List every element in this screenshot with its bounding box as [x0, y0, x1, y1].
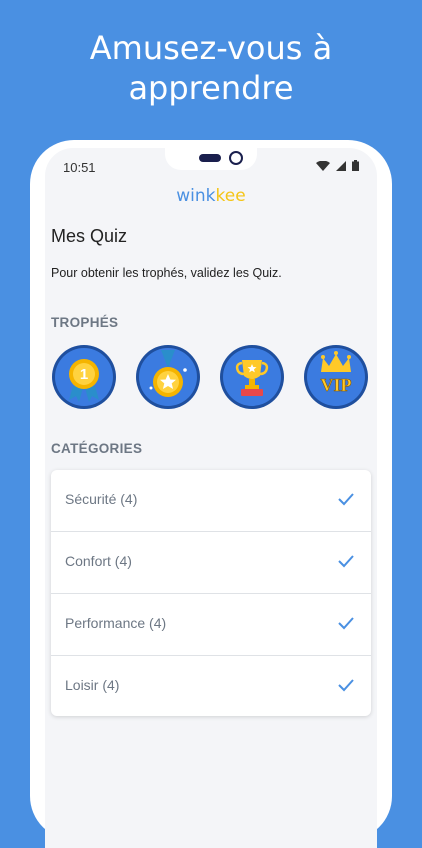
- category-row-securite[interactable]: Sécurité (4): [51, 470, 371, 532]
- signal-icon: [336, 160, 346, 171]
- camera-icon: [229, 151, 243, 165]
- page-title: Mes Quiz: [51, 226, 128, 246]
- wifi-icon: [316, 160, 330, 171]
- medal-star-icon[interactable]: [135, 344, 201, 410]
- category-row-confort[interactable]: Confort (4): [51, 532, 371, 594]
- category-label: Sécurité (4): [65, 491, 138, 507]
- category-label: Performance (4): [65, 615, 167, 631]
- category-row-performance[interactable]: Performance (4): [51, 594, 371, 656]
- check-icon: [338, 493, 354, 506]
- category-row-loisir[interactable]: Loisir (4): [51, 656, 371, 717]
- logo-part-2: kee: [215, 186, 246, 206]
- phone-screen: 10:51 winkkee Mes Quiz Pour obtenir les …: [45, 148, 377, 848]
- category-label: Loisir (4): [65, 677, 120, 693]
- trophies-row: 1 VIP: [51, 344, 373, 410]
- phone-side-button: [30, 338, 34, 378]
- headline: Amusez-vous à apprendre: [0, 28, 422, 108]
- trophies-header: TROPHÉS: [51, 315, 119, 330]
- page-subtitle: Pour obtenir les trophés, validez les Qu…: [51, 266, 282, 280]
- check-icon: [338, 679, 354, 692]
- headline-line-2: apprendre: [128, 69, 294, 107]
- phone-notch: [165, 148, 257, 170]
- headline-line-1: Amusez-vous à: [89, 29, 333, 67]
- category-label: Confort (4): [65, 553, 132, 569]
- phone-side-button: [388, 262, 392, 302]
- medal-number-text: 1: [80, 366, 88, 383]
- check-icon: [338, 555, 354, 568]
- status-time: 10:51: [63, 160, 96, 175]
- speaker-icon: [199, 154, 221, 162]
- check-icon: [338, 617, 354, 630]
- phone-side-button: [388, 364, 392, 420]
- status-bar: 10:51: [45, 148, 377, 188]
- vip-label: VIP: [321, 375, 352, 395]
- categories-header: CATÉGORIES: [51, 441, 143, 456]
- vip-crown-icon[interactable]: VIP: [303, 344, 369, 410]
- logo-part-1: wink: [176, 186, 216, 206]
- battery-icon: [352, 160, 359, 171]
- app-logo: winkkee: [45, 186, 377, 206]
- trophy-cup-icon[interactable]: [219, 344, 285, 410]
- status-icons: [316, 160, 359, 171]
- categories-list: Sécurité (4) Confort (4) Performance (4)…: [51, 470, 371, 716]
- medal-number-one-icon[interactable]: 1: [51, 344, 117, 410]
